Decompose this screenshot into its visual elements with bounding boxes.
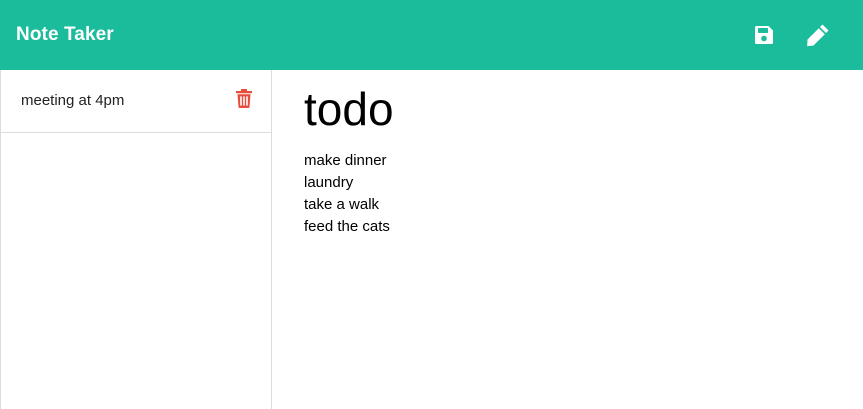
note-list-title[interactable]: meeting at 4pm	[21, 92, 124, 109]
note-line: laundry	[304, 174, 354, 191]
save-note-button[interactable]	[750, 21, 778, 49]
new-note-button[interactable]	[804, 21, 832, 49]
note-line: make dinner	[304, 152, 387, 169]
floppy-disk-icon	[755, 26, 773, 44]
note-line: take a walk	[304, 196, 380, 213]
navbar: Note Taker	[0, 0, 863, 70]
trash-icon	[236, 88, 252, 108]
note-editor: todo make dinner laundry take a walk fee…	[272, 70, 863, 409]
note-textarea[interactable]: make dinner laundry take a walk feed the…	[304, 150, 390, 238]
delete-note-button[interactable]	[235, 88, 253, 108]
note-line: feed the cats	[304, 218, 390, 235]
app-title[interactable]: Note Taker	[16, 24, 114, 46]
list-item[interactable]: meeting at 4pm	[1, 70, 272, 133]
notes-sidebar: meeting at 4pm	[0, 70, 272, 409]
pencil-icon	[807, 24, 829, 47]
note-title[interactable]: todo	[304, 82, 394, 136]
